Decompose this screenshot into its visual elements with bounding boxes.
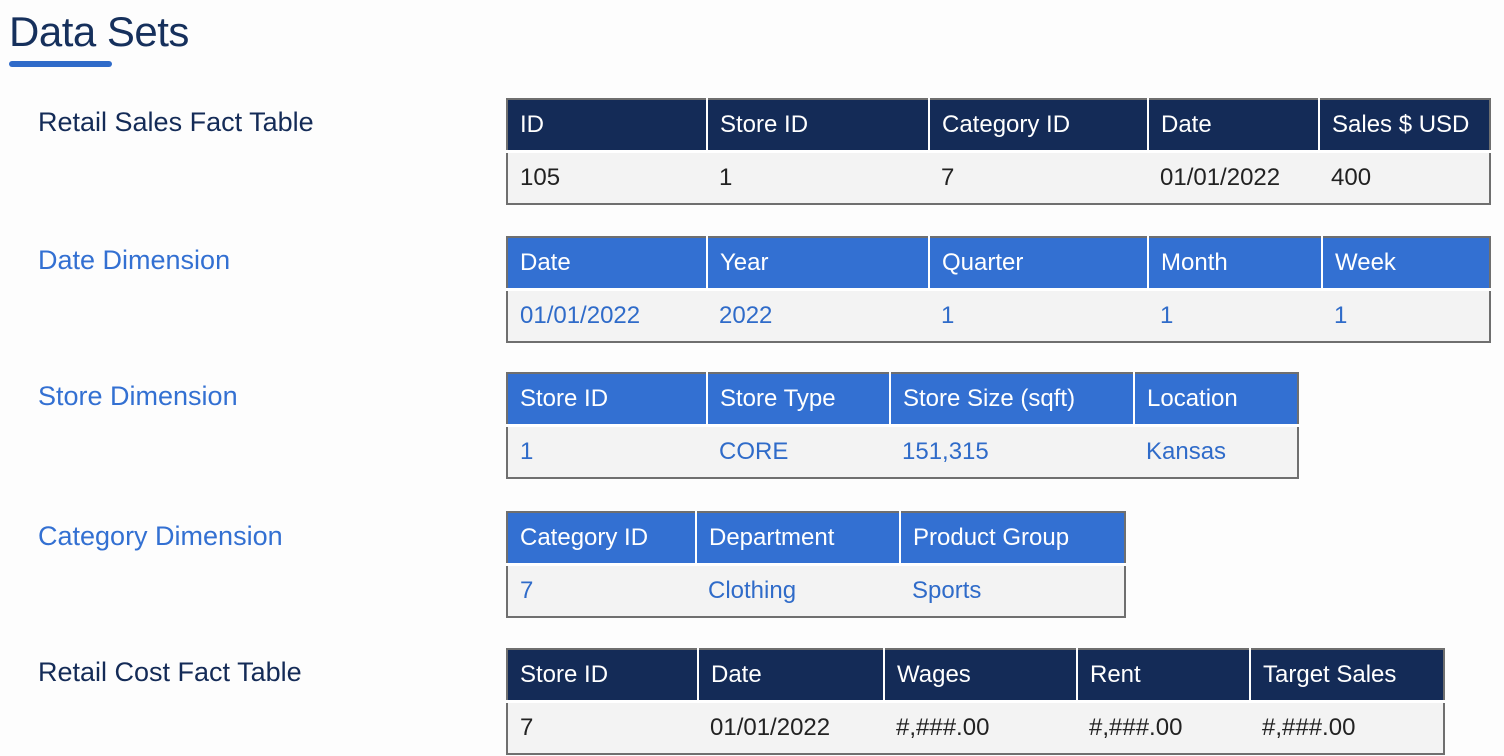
cell-location: Kansas — [1134, 425, 1298, 478]
column-header-store-size: Store Size (sqft) — [890, 373, 1135, 427]
cell-quarter: 1 — [929, 289, 1148, 342]
data-sets-page: Data Sets Retail Sales Fact Table ID Sto… — [0, 0, 1504, 756]
retail-cost-fact-table: Store ID Date Wages Rent Target Sales 7 … — [506, 648, 1445, 755]
cell-department: Clothing — [696, 564, 900, 617]
cell-week: 1 — [1322, 289, 1490, 342]
table-header-row: Store ID Date Wages Rent Target Sales — [507, 649, 1444, 703]
column-header-store-id: Store ID — [707, 99, 930, 153]
page-title: Data Sets — [9, 8, 189, 55]
table-header-row: Category ID Department Product Group — [507, 512, 1125, 566]
cell-target-sales: #,###.00 — [1250, 701, 1444, 754]
table-row: 7 Clothing Sports — [507, 564, 1125, 617]
cell-store-type: CORE — [707, 425, 890, 478]
column-header-store-id: Store ID — [507, 373, 708, 427]
title-underline — [9, 61, 112, 67]
store-dimension-table: Store ID Store Type Store Size (sqft) Lo… — [506, 372, 1299, 479]
column-header-store-id: Store ID — [507, 649, 699, 703]
table-header-row: Date Year Quarter Month Week — [507, 237, 1490, 291]
column-header-week: Week — [1322, 237, 1490, 291]
column-header-date: Date — [1148, 99, 1320, 153]
cell-store-id: 7 — [507, 701, 698, 754]
column-header-quarter: Quarter — [929, 237, 1149, 291]
table-row: 1 CORE 151,315 Kansas — [507, 425, 1298, 478]
cell-year: 2022 — [707, 289, 929, 342]
category-dimension-label: Category Dimension — [38, 521, 283, 551]
column-header-id: ID — [507, 99, 708, 153]
column-header-date: Date — [698, 649, 885, 703]
column-header-product-group: Product Group — [900, 512, 1125, 566]
column-header-wages: Wages — [884, 649, 1078, 703]
table-row: 105 1 7 01/01/2022 400 — [507, 151, 1490, 204]
column-header-date: Date — [507, 237, 708, 291]
cell-store-id: 1 — [707, 151, 929, 204]
cell-product-group: Sports — [900, 564, 1125, 617]
cell-id: 105 — [507, 151, 707, 204]
table-row: 01/01/2022 2022 1 1 1 — [507, 289, 1490, 342]
column-header-sales-usd: Sales $ USD — [1319, 99, 1490, 153]
cell-category-id: 7 — [507, 564, 696, 617]
column-header-department: Department — [696, 512, 901, 566]
column-header-category-id: Category ID — [929, 99, 1149, 153]
cell-wages: #,###.00 — [884, 701, 1077, 754]
cell-store-id: 1 — [507, 425, 707, 478]
table-row: 7 01/01/2022 #,###.00 #,###.00 #,###.00 — [507, 701, 1444, 754]
cell-month: 1 — [1148, 289, 1322, 342]
retail-cost-fact-table-label: Retail Cost Fact Table — [38, 657, 302, 687]
store-dimension-label: Store Dimension — [38, 381, 238, 411]
column-header-target-sales: Target Sales — [1250, 649, 1444, 703]
cell-date: 01/01/2022 — [698, 701, 884, 754]
cell-sales-usd: 400 — [1319, 151, 1490, 204]
cell-store-size: 151,315 — [890, 425, 1134, 478]
cell-date: 01/01/2022 — [507, 289, 707, 342]
cell-category-id: 7 — [929, 151, 1148, 204]
date-dimension-table: Date Year Quarter Month Week 01/01/2022 … — [506, 236, 1491, 343]
cell-rent: #,###.00 — [1077, 701, 1250, 754]
column-header-category-id: Category ID — [507, 512, 697, 566]
date-dimension-label: Date Dimension — [38, 245, 231, 275]
retail-sales-fact-table: ID Store ID Category ID Date Sales $ USD… — [506, 98, 1491, 205]
column-header-location: Location — [1134, 373, 1298, 427]
column-header-year: Year — [707, 237, 930, 291]
column-header-store-type: Store Type — [707, 373, 891, 427]
cell-date: 01/01/2022 — [1148, 151, 1319, 204]
column-header-rent: Rent — [1077, 649, 1251, 703]
column-header-month: Month — [1148, 237, 1323, 291]
category-dimension-table: Category ID Department Product Group 7 C… — [506, 511, 1126, 618]
retail-sales-fact-table-label: Retail Sales Fact Table — [38, 107, 314, 137]
table-header-row: ID Store ID Category ID Date Sales $ USD — [507, 99, 1490, 153]
table-header-row: Store ID Store Type Store Size (sqft) Lo… — [507, 373, 1298, 427]
